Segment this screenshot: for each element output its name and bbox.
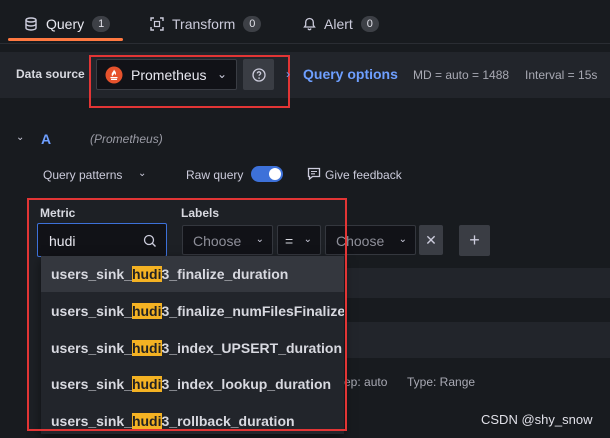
add-label-button[interactable]: + (459, 225, 490, 256)
give-feedback-link[interactable]: Give feedback (325, 168, 402, 182)
close-icon: ✕ (425, 231, 437, 248)
max-datapoints-info: MD = auto = 1488 (413, 68, 510, 82)
count-badge: 1 (92, 16, 111, 32)
step-option: ep: auto (344, 375, 388, 389)
collapse-chevron-icon[interactable]: ⌄ (16, 132, 24, 143)
transform-icon (150, 17, 164, 31)
raw-query-toggle[interactable] (251, 166, 283, 182)
options-row-background (346, 322, 610, 358)
query-ref-id[interactable]: A (41, 131, 51, 147)
bell-icon (303, 17, 316, 31)
count-badge: 0 (243, 16, 262, 32)
query-options-link[interactable]: Query options (303, 66, 398, 82)
watermark-text: CSDN @shy_snow (481, 412, 593, 427)
query-datasource-hint: (Prometheus) (90, 132, 163, 146)
tab-label: Transform (172, 16, 236, 32)
tab-label: Alert (324, 16, 353, 32)
tab-transform[interactable]: Transform 0 (150, 12, 262, 36)
interval-info: Interval = 15s (525, 68, 598, 82)
database-icon (25, 17, 37, 31)
operations-row-background (346, 268, 610, 298)
chevron-down-icon: ⌄ (398, 234, 407, 245)
tab-label: Query (46, 16, 85, 32)
type-option: Type: Range (407, 375, 476, 389)
raw-query-label: Raw query (186, 168, 244, 182)
remove-label-button[interactable]: ✕ (419, 225, 443, 255)
annotation-highlight-box (89, 55, 290, 108)
active-tab-indicator (8, 38, 123, 41)
query-patterns-button[interactable]: Query patterns (43, 168, 122, 182)
chevron-right-icon: › (286, 67, 290, 81)
toggle-knob (269, 168, 281, 180)
tab-alert[interactable]: Alert 0 (303, 12, 379, 36)
chevron-down-icon[interactable]: ⌄ (138, 168, 146, 179)
annotation-highlight-box (27, 198, 347, 431)
datasource-label: Data source (16, 67, 85, 81)
tab-query[interactable]: Query 1 (24, 12, 111, 36)
plus-icon: + (469, 230, 480, 250)
comment-icon (307, 167, 321, 183)
count-badge: 0 (360, 16, 379, 32)
